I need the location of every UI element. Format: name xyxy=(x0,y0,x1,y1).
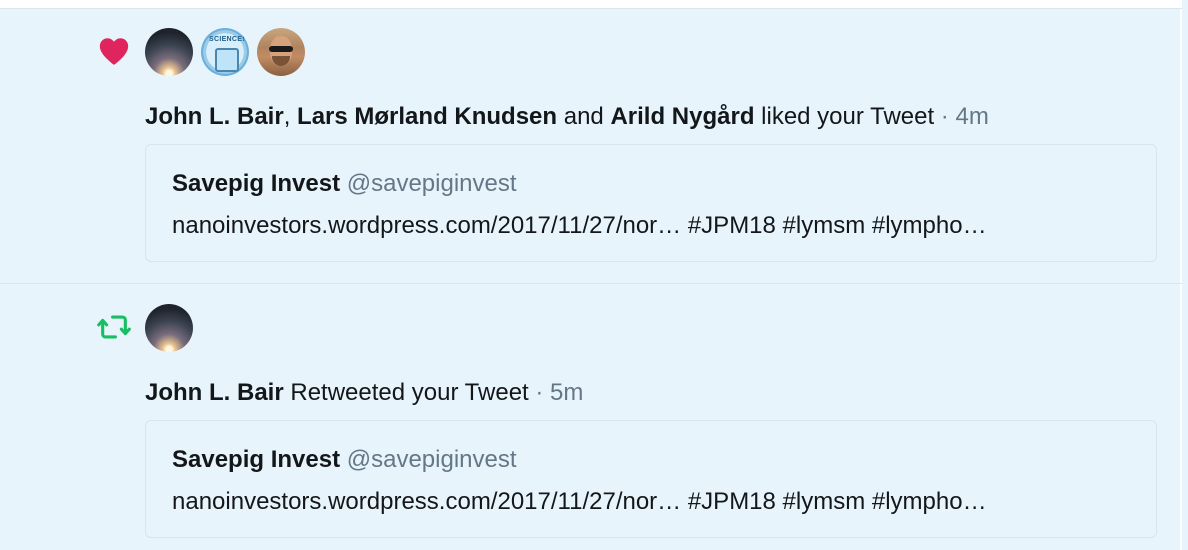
actor-name-link[interactable]: Lars Mørland Knudsen xyxy=(297,103,557,130)
retweet-icon xyxy=(97,310,131,344)
notification-like[interactable]: SCIENCE! John L. Bair, Lars Mørland Knud… xyxy=(0,9,1182,284)
tweet-author-name[interactable]: Savepig Invest xyxy=(172,170,340,197)
notification-summary: John L. Bair, Lars Mørland Knudsen and A… xyxy=(145,102,989,132)
tweet-text: nanoinvestors.wordpress.com/2017/11/27/n… xyxy=(172,488,987,515)
notification-retweet[interactable]: John L. Bair Retweeted your Tweet · 5m S… xyxy=(0,284,1182,550)
timestamp[interactable]: · 4m xyxy=(934,103,989,130)
actor-name-link[interactable]: John L. Bair xyxy=(145,103,284,130)
notifications-timeline: SCIENCE! John L. Bair, Lars Mørland Knud… xyxy=(0,0,1182,550)
avatar[interactable] xyxy=(257,28,305,76)
actor-name-link[interactable]: Arild Nygård xyxy=(610,103,754,130)
separator: , xyxy=(283,103,298,130)
avatar[interactable] xyxy=(145,28,193,76)
heart-icon xyxy=(97,34,131,68)
avatar[interactable] xyxy=(145,304,193,352)
action-text: liked your Tweet xyxy=(754,103,935,130)
tweet-author: Savepig Invest @savepiginvest xyxy=(172,169,517,199)
liker-avatars: SCIENCE! xyxy=(145,28,305,76)
action-text: Retweeted your Tweet xyxy=(283,379,529,406)
tweet-author: Savepig Invest @savepiginvest xyxy=(172,445,517,475)
science-badge-icon: SCIENCE! xyxy=(209,36,245,43)
top-divider xyxy=(0,0,1182,9)
tweet-author-name[interactable]: Savepig Invest xyxy=(172,446,340,473)
tweet-author-handle[interactable]: @savepiginvest xyxy=(347,446,517,473)
sunglasses-icon xyxy=(269,46,293,52)
tweet-author-handle[interactable]: @savepiginvest xyxy=(347,170,517,197)
science-figure-icon xyxy=(215,48,239,72)
quoted-tweet-card[interactable]: Savepig Invest @savepiginvest nanoinvest… xyxy=(145,420,1157,538)
retweeter-avatars xyxy=(145,304,193,352)
quoted-tweet-card[interactable]: Savepig Invest @savepiginvest nanoinvest… xyxy=(145,144,1157,262)
tweet-text: nanoinvestors.wordpress.com/2017/11/27/n… xyxy=(172,212,987,239)
avatar[interactable]: SCIENCE! xyxy=(201,28,249,76)
notification-summary: John L. Bair Retweeted your Tweet · 5m xyxy=(145,378,583,408)
separator: and xyxy=(557,103,611,130)
timestamp[interactable]: · 5m xyxy=(529,379,583,406)
actor-name-link[interactable]: John L. Bair xyxy=(145,379,284,406)
